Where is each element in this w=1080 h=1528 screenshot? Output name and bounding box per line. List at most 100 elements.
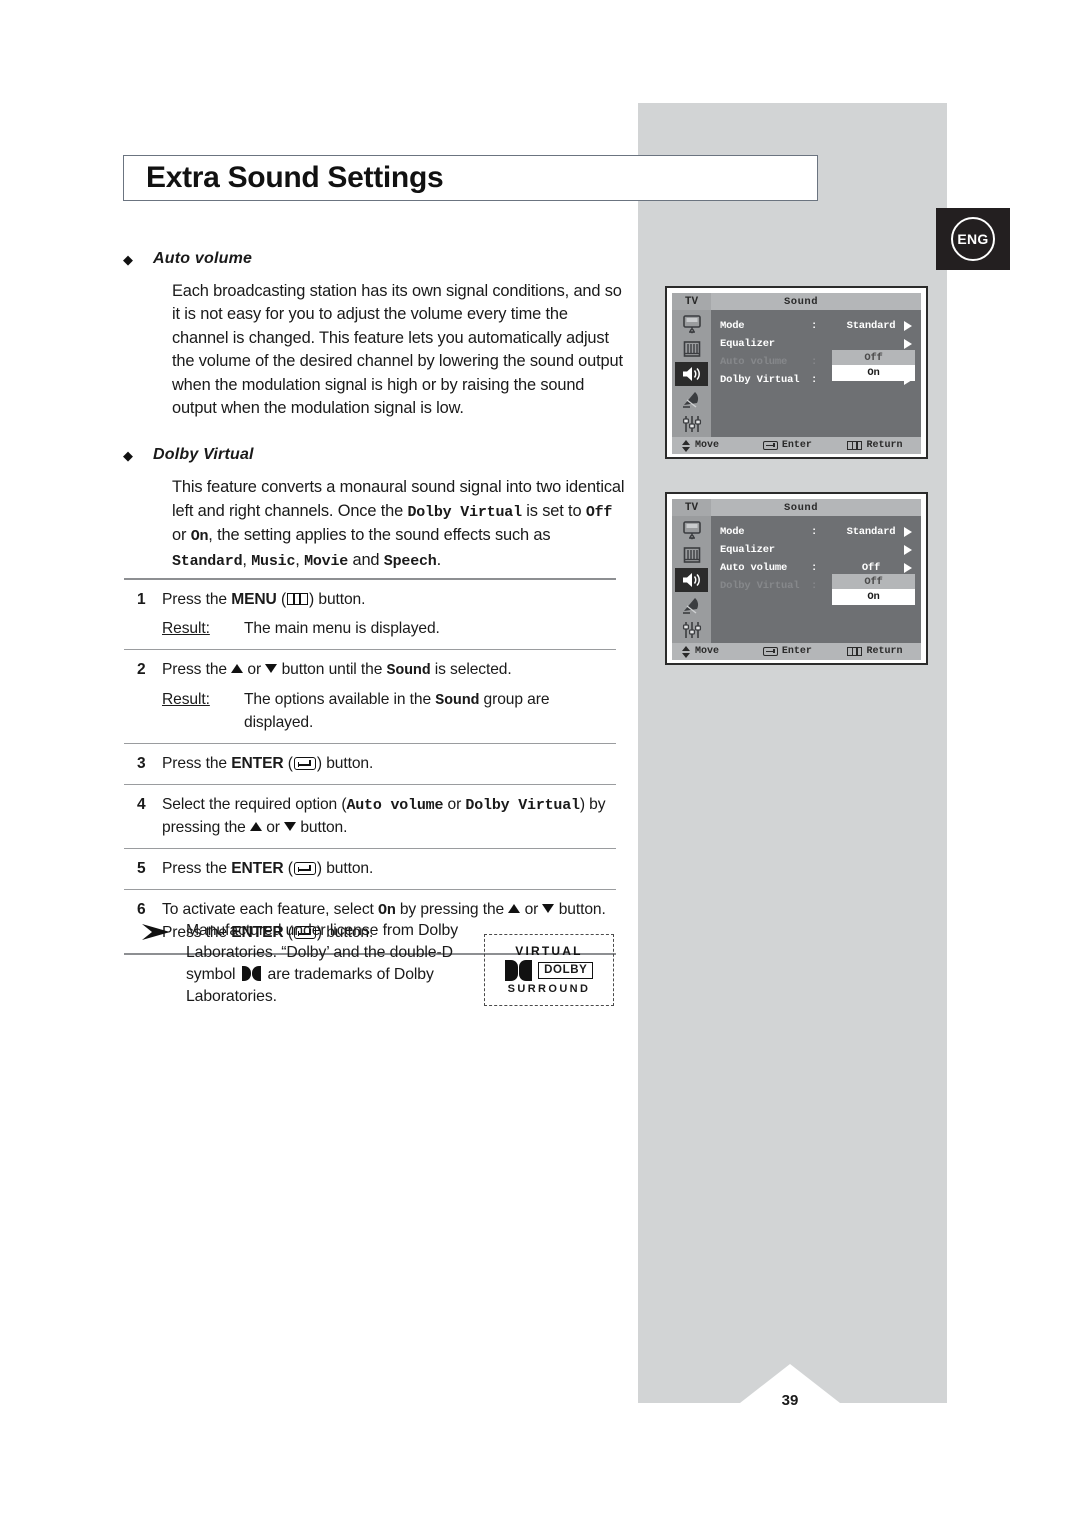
text-run: To activate each feature, select (162, 901, 379, 918)
up-down-arrows-icon (682, 645, 691, 658)
key-menu-label: MENU (231, 591, 277, 608)
osd-titlebar: TV Sound (672, 499, 921, 516)
osd-row-mode[interactable]: Mode : Standard (711, 523, 921, 541)
text-run-mono: Dolby Virtual (407, 503, 522, 521)
text-run-mono: Speech (383, 552, 437, 570)
step-number: 4 (137, 796, 146, 813)
satellite-dish-icon[interactable] (675, 387, 708, 411)
arrow-down-icon (284, 822, 297, 831)
chevron-right-icon (904, 527, 912, 537)
dropdown-option-off[interactable]: Off (832, 574, 915, 589)
osd-dropdown-auto-volume[interactable]: Off On (832, 350, 915, 381)
equalizer-icon[interactable] (675, 337, 708, 361)
text-run: and (348, 550, 384, 569)
setup-sliders-icon[interactable] (675, 618, 708, 642)
osd-row-label: Mode (720, 320, 745, 332)
satellite-dish-icon[interactable] (675, 593, 708, 617)
osd-row-label: Auto volume (720, 562, 788, 574)
text-run: ) button. (316, 860, 374, 877)
section-heading-dolby-virtual: ◆ Dolby Virtual (123, 446, 628, 466)
text-run: Select the required option ( (162, 796, 347, 813)
osd-source-label: TV (672, 499, 711, 516)
osd-item-list: Mode : Standard Equalizer Auto volume : (711, 310, 921, 437)
dropdown-option-off[interactable]: Off (832, 350, 915, 365)
osd-row-mode[interactable]: Mode : Standard (711, 317, 921, 335)
text-run: or (243, 661, 266, 678)
text-run-mono: Auto volume (346, 797, 444, 814)
trademark-note-text: Manufactured under license from Dolby La… (186, 920, 486, 1008)
result-text: The main menu is displayed. (244, 620, 440, 637)
text-run-mono: Sound (435, 692, 480, 709)
text-run: , the setting applies to the sound effec… (208, 526, 551, 545)
osd-footer: Move Enter Return (672, 643, 921, 660)
step-instruction: Press the MENU () button. (162, 589, 616, 611)
text-run: ) button. (316, 755, 374, 772)
speaker-icon[interactable] (675, 568, 708, 592)
step-row: 5 Press the ENTER () button. (124, 849, 616, 889)
key-enter-label: ENTER (231, 860, 284, 877)
step-row: 4 Select the required option (Auto volum… (124, 785, 616, 848)
speaker-icon[interactable] (675, 362, 708, 386)
osd-footer-enter-label: Enter (781, 646, 812, 657)
equalizer-icon[interactable] (675, 543, 708, 567)
osd-footer-enter: Enter (762, 440, 848, 451)
dolby-logo-dolby: DOLBY (538, 962, 594, 979)
step-text: Press the MENU () button. Result: The ma… (162, 589, 616, 640)
chevron-right-icon (904, 563, 912, 573)
picture-icon[interactable] (675, 518, 708, 542)
osd-row-label: Auto volume (720, 356, 788, 368)
diamond-bullet-icon: ◆ (123, 448, 133, 464)
chevron-right-icon (904, 545, 912, 555)
arrow-up-icon (231, 664, 244, 673)
text-run: Press the (162, 860, 232, 877)
text-run: is set to (521, 501, 586, 520)
text-run: ( (283, 860, 293, 877)
step-row: 2 Press the or button until the Sound is… (124, 650, 616, 743)
osd-footer-return-label: Return (866, 440, 903, 451)
step-row: 1 Press the MENU () button. Result: The … (124, 580, 616, 649)
osd-row-value: Standard (846, 526, 896, 538)
up-down-arrows-icon (682, 439, 691, 452)
osd-row-equalizer[interactable]: Equalizer (711, 541, 921, 559)
arrow-up-icon (249, 822, 262, 831)
osd-row-label: Dolby Virtual (720, 580, 800, 592)
text-run-mono: Dolby Virtual (465, 797, 580, 814)
osd-source-label: TV (672, 293, 711, 310)
arrowhead-icon (140, 920, 186, 946)
osd-row-value: Off (861, 562, 881, 574)
text-run: ( (283, 755, 293, 772)
osd-screenshot-auto-volume: TV Sound Mode: Standard Equalizer Auto … (665, 286, 928, 459)
dolby-logo-surround: SURROUND (507, 983, 591, 995)
text-run: is selected. (430, 661, 512, 678)
osd-dropdown-dolby-virtual[interactable]: Off On (832, 574, 915, 605)
dropdown-option-on[interactable]: On (832, 365, 915, 381)
osd-item-list: Mode : Standard Equalizer Auto volume : … (711, 516, 921, 643)
section-heading-label: Auto volume (153, 250, 253, 267)
step-text: Press the or button until the Sound is s… (162, 659, 616, 734)
step-instruction: Press the ENTER () button. (162, 753, 616, 775)
setup-sliders-icon[interactable] (675, 412, 708, 436)
content-column: ◆ Auto volume Each broadcasting station … (123, 250, 628, 603)
section-body-dolby-virtual: This feature converts a monaural sound s… (172, 476, 628, 573)
osd-row-label: Mode (720, 526, 745, 538)
osd-row-colon: : (811, 356, 818, 368)
osd-title: Sound (783, 501, 818, 514)
text-run: button until the (277, 661, 387, 678)
step-row: 3 Press the ENTER () button. (124, 744, 616, 784)
text-run: ( (276, 591, 287, 608)
osd-footer-move: Move (672, 645, 763, 658)
osd-body: TV Sound Mode: Standard Equalizer Auto … (672, 499, 921, 660)
text-run: or (520, 901, 543, 918)
text-run: ) button. (309, 591, 366, 608)
osd-row-colon: : (811, 562, 818, 574)
osd-title: Sound (783, 295, 818, 308)
dropdown-option-on[interactable]: On (832, 589, 915, 605)
osd-footer: Move Enter Return (672, 437, 921, 454)
text-run-mono: On (190, 528, 209, 546)
osd-footer-move-label: Move (695, 646, 720, 657)
result-text: The options available in the Sound group… (244, 689, 616, 734)
enter-icon (293, 757, 316, 770)
result-label: Result: (162, 691, 210, 708)
picture-icon[interactable] (675, 312, 708, 336)
osd-footer-move-label: Move (695, 440, 720, 451)
